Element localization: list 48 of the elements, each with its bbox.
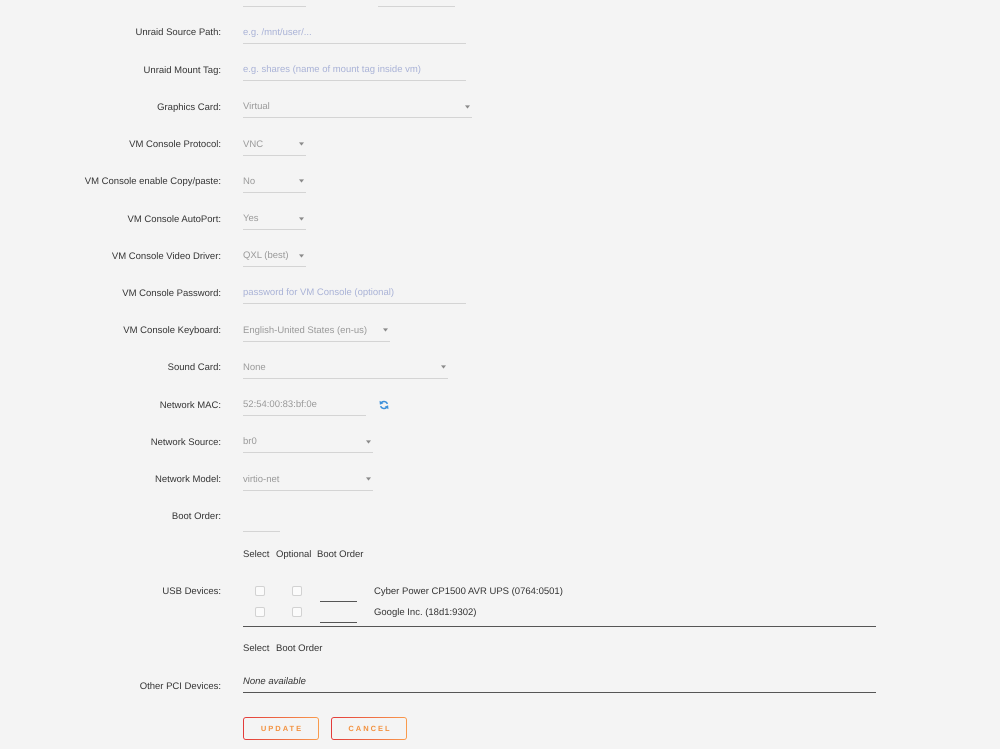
column-header: Select: [243, 643, 270, 654]
select-field[interactable]: br0: [243, 431, 373, 454]
input-field[interactable]: 52:54:00:83:bf:0e: [243, 394, 366, 416]
field-label: USB Devices:: [162, 584, 221, 599]
column-header: Boot Order: [276, 643, 322, 654]
field-label: Sound Card:: [168, 362, 221, 374]
caret-icon: [383, 328, 388, 332]
caret-icon: [299, 216, 304, 221]
caret-icon: [441, 365, 446, 370]
device-name: Google Inc. (18d1:9302): [374, 606, 478, 618]
caret-icon: [366, 477, 371, 482]
empty-message: None available: [243, 676, 306, 687]
field-label: VM Console AutoPort:: [128, 214, 221, 225]
field-label: Network MAC:: [160, 400, 221, 411]
caret-icon: [299, 254, 304, 258]
select-field[interactable]: VNC: [243, 134, 306, 156]
field-label: VM Console Video Driver:: [112, 250, 221, 262]
field-label: Network Source:: [150, 436, 221, 448]
field-label: Boot Order:: [172, 511, 221, 522]
column-header: Select: [243, 548, 270, 560]
field-label: VM Console Protocol:: [129, 139, 221, 150]
device-name: Cyber Power CP1500 AVR UPS (0764:0501): [374, 586, 564, 597]
column-header: Optional: [276, 548, 312, 560]
field-label: Other PCI Devices:: [140, 680, 221, 693]
refresh-icon[interactable]: [379, 400, 389, 410]
select-field[interactable]: No: [243, 170, 306, 193]
caret-icon: [465, 104, 470, 109]
field-label: Network Model:: [155, 474, 221, 486]
select-field[interactable]: QXL (best): [243, 245, 306, 268]
caret-icon: [366, 440, 371, 444]
checkbox[interactable]: [254, 586, 264, 596]
field-label: VM Console Keyboard:: [123, 325, 221, 336]
field-label: Graphics Card:: [157, 102, 221, 113]
select-field[interactable]: Yes: [243, 208, 306, 230]
checkbox[interactable]: [254, 607, 264, 618]
checkbox[interactable]: [292, 607, 302, 618]
field-label: Unraid Mount Tag:: [144, 64, 221, 76]
select-field[interactable]: Virtual: [243, 96, 472, 118]
field-label: VM Console enable Copy/paste:: [84, 176, 221, 188]
column-header: Boot Order: [317, 548, 364, 560]
select-field[interactable]: virtio-net: [243, 468, 373, 491]
select-field[interactable]: English-United States (en-us): [243, 320, 390, 342]
field-label: VM Console Password:: [122, 288, 221, 299]
caret-icon: [299, 142, 304, 146]
select-field[interactable]: None: [243, 356, 448, 379]
field-label: Unraid Source Path:: [135, 27, 221, 38]
checkbox[interactable]: [292, 586, 302, 596]
caret-icon: [299, 179, 304, 184]
